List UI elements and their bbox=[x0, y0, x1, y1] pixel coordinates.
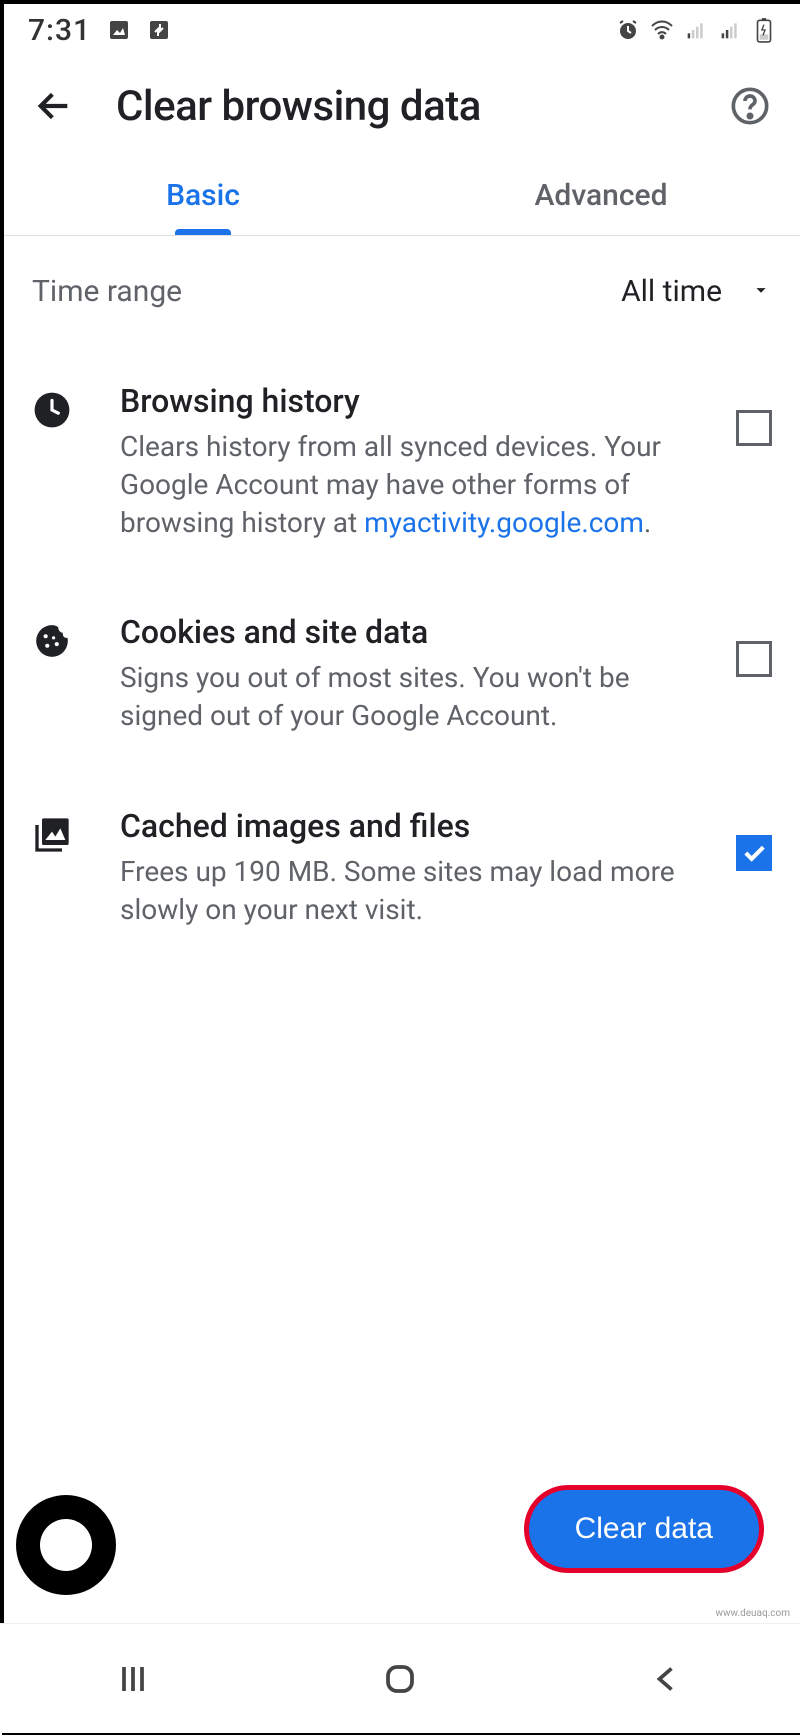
option-title-cookies: Cookies and site data bbox=[120, 613, 688, 651]
option-desc-history: Clears history from all synced devices. … bbox=[120, 428, 688, 541]
option-cookies[interactable]: Cookies and site data Signs you out of m… bbox=[32, 577, 772, 771]
help-button[interactable] bbox=[728, 84, 772, 128]
time-range-selected: All time bbox=[621, 274, 722, 309]
checkbox-history[interactable] bbox=[736, 410, 772, 446]
clear-data-button[interactable]: Clear data bbox=[524, 1485, 764, 1573]
time-range-row[interactable]: Time range All time bbox=[32, 236, 772, 346]
status-right bbox=[616, 18, 776, 42]
highlight-ring bbox=[16, 1495, 116, 1595]
status-time: 7:31 bbox=[28, 13, 91, 48]
alarm-icon bbox=[616, 18, 640, 42]
nav-back[interactable] bbox=[637, 1649, 697, 1709]
transfer-icon bbox=[147, 18, 171, 42]
option-browsing-history[interactable]: Browsing history Clears history from all… bbox=[32, 346, 772, 577]
checkbox-cache[interactable] bbox=[736, 835, 772, 871]
content: Time range All time Browsing history Cle… bbox=[4, 236, 800, 965]
page-title: Clear browsing data bbox=[116, 82, 688, 131]
option-desc-cookies: Signs you out of most sites. You won't b… bbox=[120, 659, 688, 735]
option-title-cache: Cached images and files bbox=[120, 807, 688, 845]
nav-home[interactable] bbox=[370, 1649, 430, 1709]
app-header: Clear browsing data bbox=[4, 56, 800, 156]
images-icon bbox=[32, 815, 72, 855]
back-button[interactable] bbox=[32, 84, 76, 128]
history-icon bbox=[32, 390, 72, 430]
tab-basic[interactable]: Basic bbox=[4, 156, 402, 235]
time-range-value: All time bbox=[621, 274, 772, 309]
clear-data-wrap: Clear data bbox=[524, 1485, 764, 1573]
option-cache[interactable]: Cached images and files Frees up 190 MB.… bbox=[32, 771, 772, 965]
option-body-history: Browsing history Clears history from all… bbox=[120, 382, 688, 541]
tab-advanced-label: Advanced bbox=[535, 178, 668, 213]
signal-icon-2 bbox=[718, 18, 742, 42]
status-left: 7:31 bbox=[28, 13, 171, 48]
watermark: www.deuaq.com bbox=[716, 1608, 791, 1619]
option-title-history: Browsing history bbox=[120, 382, 688, 420]
option-desc-cache: Frees up 190 MB. Some sites may load mor… bbox=[120, 853, 688, 929]
checkbox-cookies[interactable] bbox=[736, 641, 772, 677]
cookie-icon bbox=[32, 621, 72, 661]
myactivity-link[interactable]: myactivity.google.com bbox=[364, 506, 644, 539]
android-navbar bbox=[0, 1623, 800, 1733]
option-body-cookies: Cookies and site data Signs you out of m… bbox=[120, 613, 688, 735]
tab-advanced[interactable]: Advanced bbox=[402, 156, 800, 235]
battery-icon bbox=[752, 18, 776, 42]
tab-basic-label: Basic bbox=[166, 178, 240, 213]
tabs: Basic Advanced bbox=[4, 156, 800, 236]
wifi-icon bbox=[650, 18, 674, 42]
picture-icon bbox=[107, 18, 131, 42]
status-bar: 7:31 bbox=[4, 4, 800, 56]
time-range-label: Time range bbox=[32, 274, 182, 309]
nav-recents[interactable] bbox=[103, 1649, 163, 1709]
signal-icon-1 bbox=[684, 18, 708, 42]
option-body-cache: Cached images and files Frees up 190 MB.… bbox=[120, 807, 688, 929]
dropdown-icon bbox=[750, 274, 772, 309]
